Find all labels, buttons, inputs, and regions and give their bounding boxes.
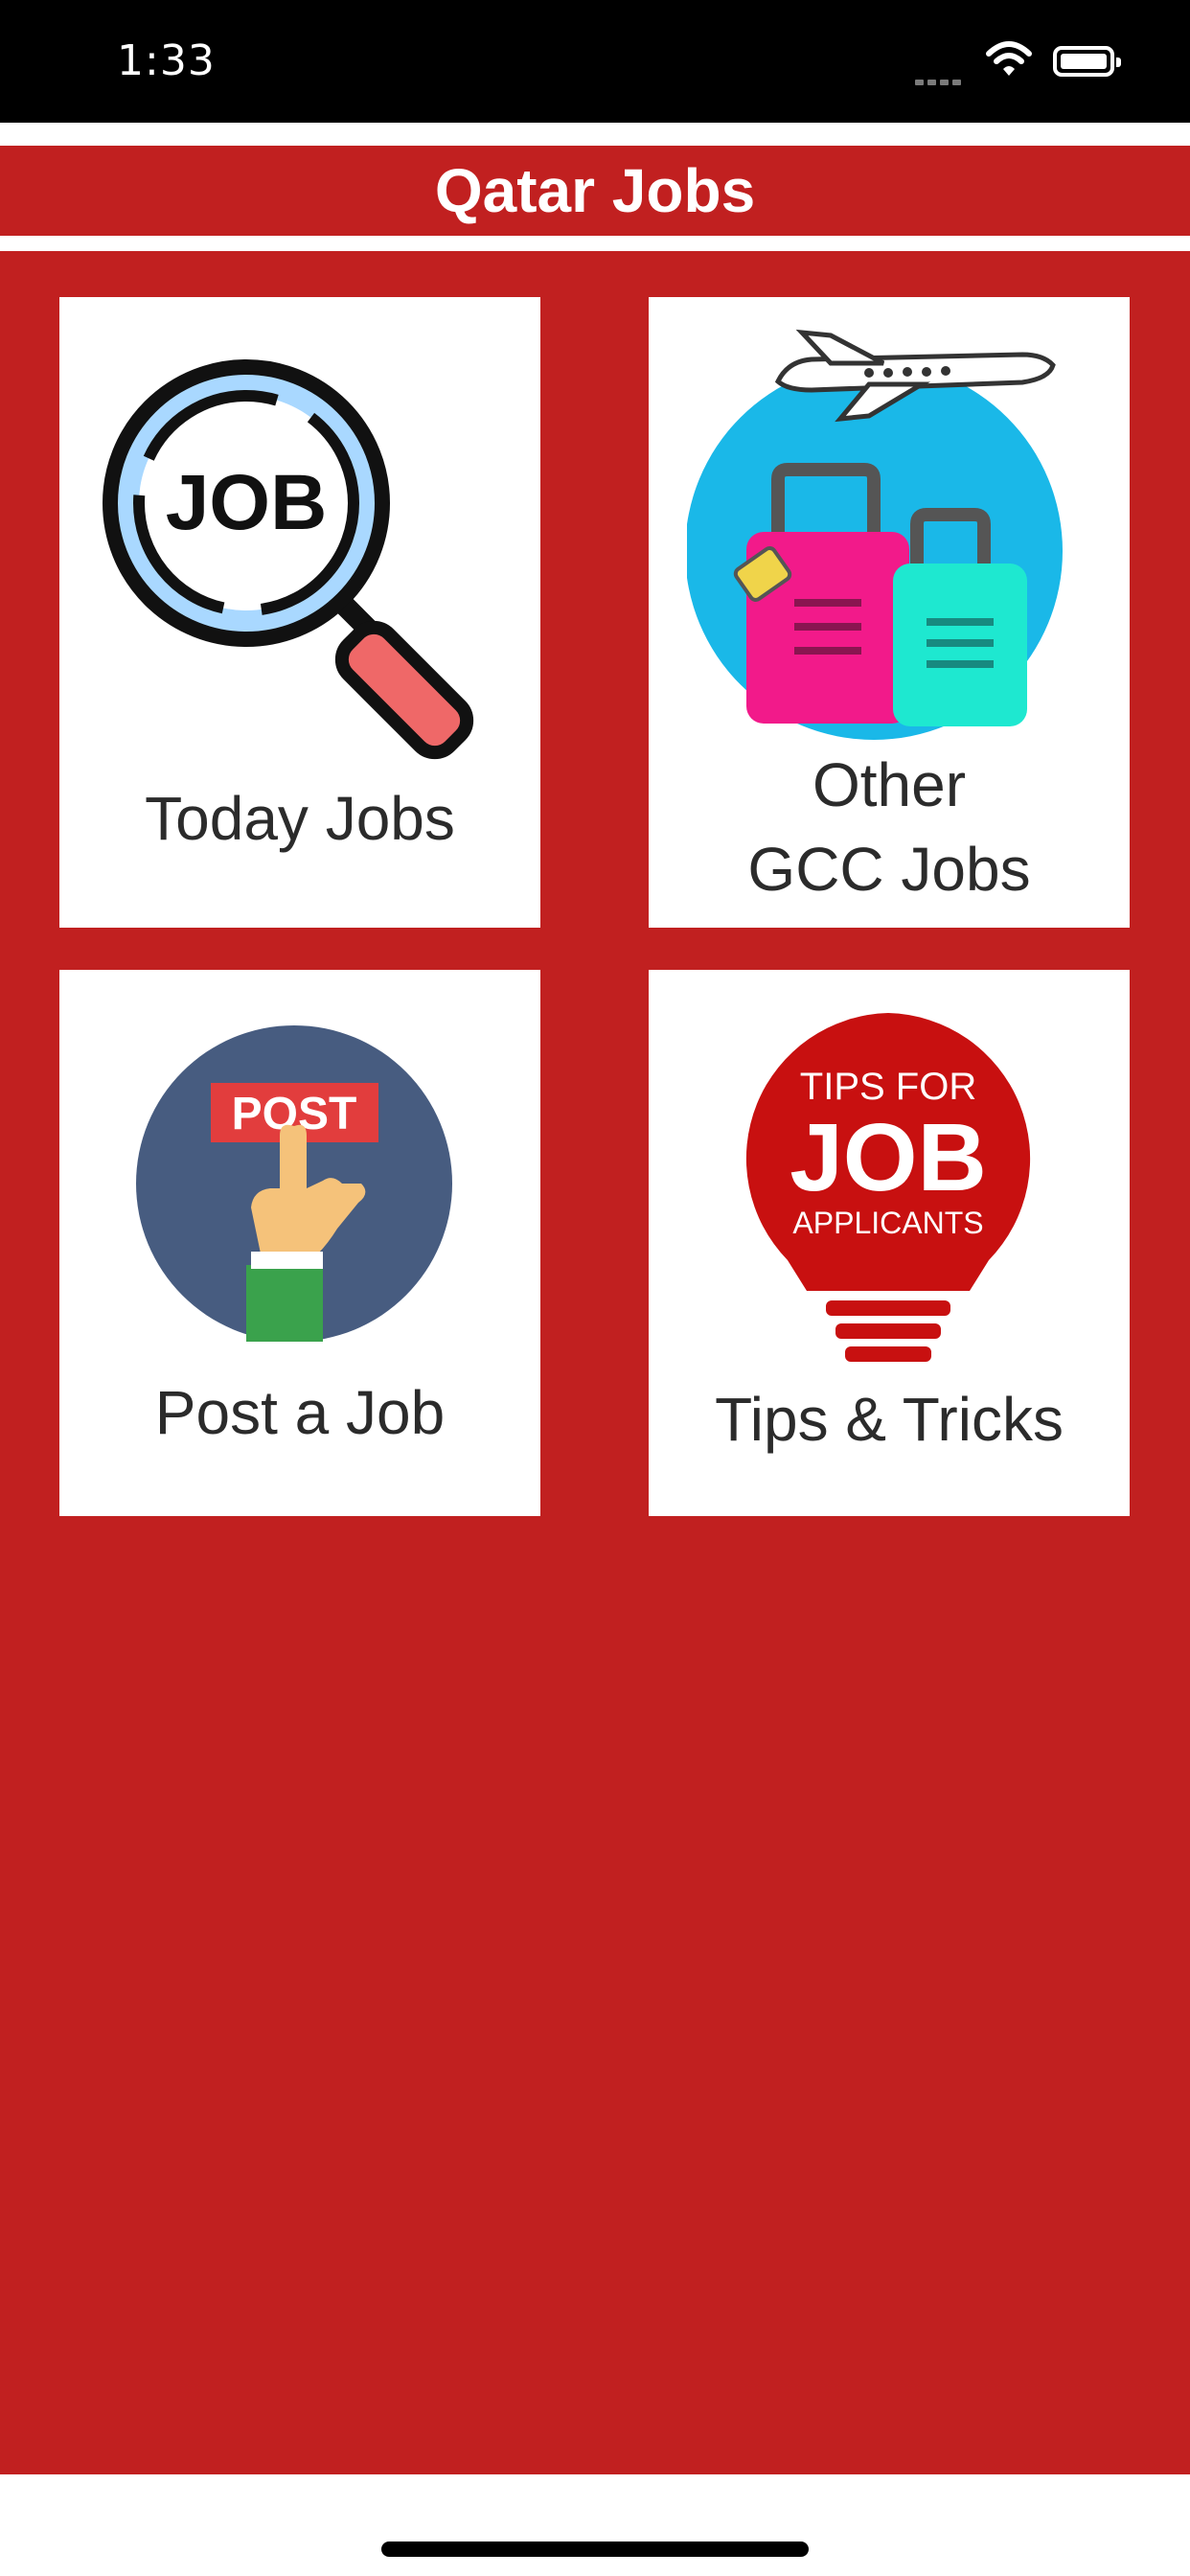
battery-icon: [1053, 46, 1121, 77]
status-divider: [0, 123, 1190, 146]
home-indicator-area: [0, 2474, 1190, 2576]
page-title: Qatar Jobs: [434, 156, 756, 225]
nav-bar: Qatar Jobs: [0, 146, 1190, 236]
status-bar: 1:33: [0, 0, 1190, 123]
tips-bulb-icon: TIPS FOR JOB APPLICANTS: [745, 1013, 1031, 1362]
wifi-icon: [986, 41, 1032, 76]
today-jobs-tile[interactable]: JOB Today Jobs: [59, 297, 540, 928]
today-jobs-label: Today Jobs: [145, 784, 455, 853]
home-indicator[interactable]: [381, 2542, 809, 2557]
post-hand-icon: POST: [136, 1025, 452, 1342]
svg-text:JOB: JOB: [790, 1104, 987, 1211]
other-gcc-jobs-label-line2: GCC Jobs: [747, 835, 1031, 904]
status-time: 1:33: [117, 36, 216, 85]
post-a-job-label: Post a Job: [154, 1378, 446, 1447]
svg-text:TIPS FOR: TIPS FOR: [800, 1066, 976, 1108]
post-a-job-tile[interactable]: POST Post a Job: [59, 970, 540, 1516]
nav-divider: [0, 236, 1190, 251]
svg-text:JOB: JOB: [166, 459, 328, 546]
svg-text:APPLICANTS: APPLICANTS: [792, 1206, 983, 1240]
tips-tricks-tile[interactable]: TIPS FOR JOB APPLICANTS Tips & Tricks: [649, 970, 1130, 1516]
tips-tricks-label: Tips & Tricks: [715, 1385, 1064, 1454]
cellular-signal-icon: [915, 73, 965, 90]
other-gcc-jobs-tile[interactable]: Other GCC Jobs: [649, 297, 1130, 928]
travel-luggage-airplane-icon: [687, 329, 1063, 740]
other-gcc-jobs-label-line1: Other: [812, 750, 967, 819]
job-search-magnifier-icon: JOB: [103, 359, 474, 760]
